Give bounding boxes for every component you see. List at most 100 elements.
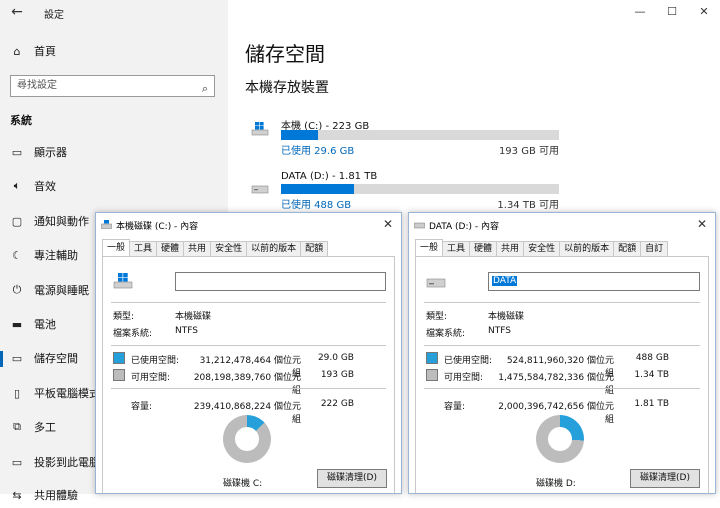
section-title: 本機存放裝置 (245, 80, 329, 96)
tab-quota[interactable]: 配額 (300, 241, 329, 256)
used-color-swatch (426, 352, 438, 364)
tab-general[interactable]: 一般 (102, 239, 131, 256)
free-label: 可用空間: (444, 373, 484, 383)
tab-hardware[interactable]: 硬體 (156, 241, 185, 256)
drive-icon (251, 185, 269, 194)
drive-icon (426, 278, 446, 288)
sidebar-item-label: 通知與動作 (34, 215, 89, 228)
usage-donut-chart (536, 415, 584, 463)
volume-name-input[interactable] (175, 272, 386, 291)
usage-donut-chart (223, 415, 271, 463)
free-size: 193 GB (320, 370, 354, 380)
tab-hardware[interactable]: 硬體 (469, 241, 498, 256)
window-controls: — ☐ ✕ (624, 0, 720, 24)
used-color-swatch (113, 352, 125, 364)
usage-bar (281, 184, 559, 194)
filesystem-label: 檔案系統: (113, 329, 153, 339)
search-input[interactable]: 尋找設定 ⌕ (10, 75, 215, 97)
windows-drive-icon (251, 122, 269, 136)
type-value: 本機磁碟 (488, 312, 525, 322)
back-arrow-icon[interactable]: ← (8, 4, 26, 20)
sidebar-item-label: 音效 (34, 180, 56, 193)
sidebar-item-label: 投影到此電腦 (34, 456, 100, 469)
sidebar-item-label: 電源與睡眠 (34, 284, 89, 297)
sidebar-item-label: 專注輔助 (34, 249, 78, 262)
search-icon: ⌕ (201, 82, 208, 95)
sidebar-item-label: 儲存空間 (34, 352, 78, 365)
multitask-icon: ⧉ (13, 420, 21, 433)
usage-bar (281, 130, 559, 140)
close-icon[interactable]: ✕ (383, 217, 393, 231)
app-title: 設定 (44, 10, 64, 21)
sidebar-item-sound[interactable]: 🔈︎ 音效 (0, 173, 228, 199)
divider (424, 302, 700, 303)
free-size: 1.34 TB (634, 370, 669, 380)
drive-icon (414, 222, 425, 229)
capacity-label: 容量: (444, 402, 466, 412)
tab-tools[interactable]: 工具 (442, 241, 471, 256)
tab-security[interactable]: 安全性 (523, 241, 561, 256)
section-heading: 系統 (10, 114, 32, 127)
sidebar-item-label: 電池 (34, 318, 56, 331)
divider (424, 388, 700, 389)
tab-security[interactable]: 安全性 (210, 241, 248, 256)
speaker-icon: 🔈︎ (13, 179, 21, 192)
capacity-label: 容量: (131, 402, 153, 412)
filesystem-value: NTFS (175, 326, 198, 336)
search-placeholder: 尋找設定 (17, 80, 57, 91)
project-icon: ▭ (11, 455, 23, 469)
filesystem-label: 檔案系統: (426, 329, 466, 339)
tab-sharing[interactable]: 共用 (496, 241, 525, 256)
free-color-swatch (113, 369, 125, 381)
sidebar-item-display[interactable]: ▭ 顯示器 (0, 139, 228, 165)
maximize-button[interactable]: ☐ (656, 0, 688, 24)
free-bytes: 208,198,389,760 個位元組 (193, 373, 301, 396)
divider (111, 388, 386, 389)
free-space: 193 GB 可用 (498, 146, 559, 157)
usage-bar-fill (281, 184, 355, 194)
properties-dialog-c: 本機磁碟 (C:) - 內容 ✕ 一般 工具 硬體 共用 安全性 以前的版本 配… (95, 212, 402, 494)
tablet-icon: ▯ (13, 386, 21, 400)
tab-tools[interactable]: 工具 (129, 241, 158, 256)
volume-name-input[interactable]: DATA (488, 272, 700, 291)
properties-dialog-d: DATA (D:) - 內容 ✕ 一般 工具 硬體 共用 安全性 以前的版本 配… (408, 212, 716, 494)
monitor-icon: ▭ (11, 145, 23, 159)
type-label: 類型: (426, 312, 448, 322)
divider (111, 345, 386, 346)
dialog-title: DATA (D:) - 內容 (429, 222, 500, 232)
tab-strip: 一般 工具 硬體 共用 安全性 以前的版本 配額 (102, 239, 329, 257)
dialog-titlebar: 本機磁碟 (C:) - 內容 ✕ (96, 213, 401, 237)
divider (111, 302, 386, 303)
windows-drive-icon (113, 273, 133, 289)
tab-previous-versions[interactable]: 以前的版本 (246, 241, 302, 256)
notification-icon: ▢ (11, 214, 23, 228)
sidebar-item-home[interactable]: ⌂ 首頁 (0, 38, 228, 64)
tab-quota[interactable]: 配額 (613, 241, 642, 256)
page-title: 儲存空間 (245, 42, 325, 66)
capacity-size: 1.81 TB (634, 399, 669, 409)
disk-cleanup-button[interactable]: 磁碟清理(D) (630, 469, 700, 488)
type-value: 本機磁碟 (175, 312, 212, 322)
tab-customize[interactable]: 自訂 (640, 241, 669, 256)
sidebar-item-label: 平板電腦模式 (34, 387, 100, 400)
tab-strip: 一般 工具 硬體 共用 安全性 以前的版本 配額 自訂 (415, 239, 669, 257)
disk-cleanup-button[interactable]: 磁碟清理(D) (317, 469, 387, 488)
general-panel: 類型: 本機磁碟 檔案系統: NTFS 已使用空間: 31,212,478,46… (102, 256, 395, 493)
sidebar-item-label: 多工 (34, 421, 56, 434)
close-button[interactable]: ✕ (688, 0, 720, 24)
tab-sharing[interactable]: 共用 (183, 241, 212, 256)
free-color-swatch (426, 369, 438, 381)
power-icon: ⏻ (12, 283, 22, 296)
minimize-button[interactable]: — (624, 0, 656, 24)
used-size: 488 GB (635, 353, 669, 363)
type-label: 類型: (113, 312, 135, 322)
dialog-titlebar: DATA (D:) - 內容 ✕ (409, 213, 715, 237)
used-label: 已使用空間: (444, 356, 493, 366)
drive-letter-label: 磁碟機 D: (536, 479, 576, 489)
close-icon[interactable]: ✕ (697, 217, 707, 231)
dialog-title: 本機磁碟 (C:) - 內容 (116, 222, 199, 232)
free-space: 1.34 TB 可用 (497, 200, 559, 211)
tab-general[interactable]: 一般 (415, 239, 444, 256)
battery-icon: ▬ (11, 317, 23, 331)
tab-previous-versions[interactable]: 以前的版本 (559, 241, 615, 256)
